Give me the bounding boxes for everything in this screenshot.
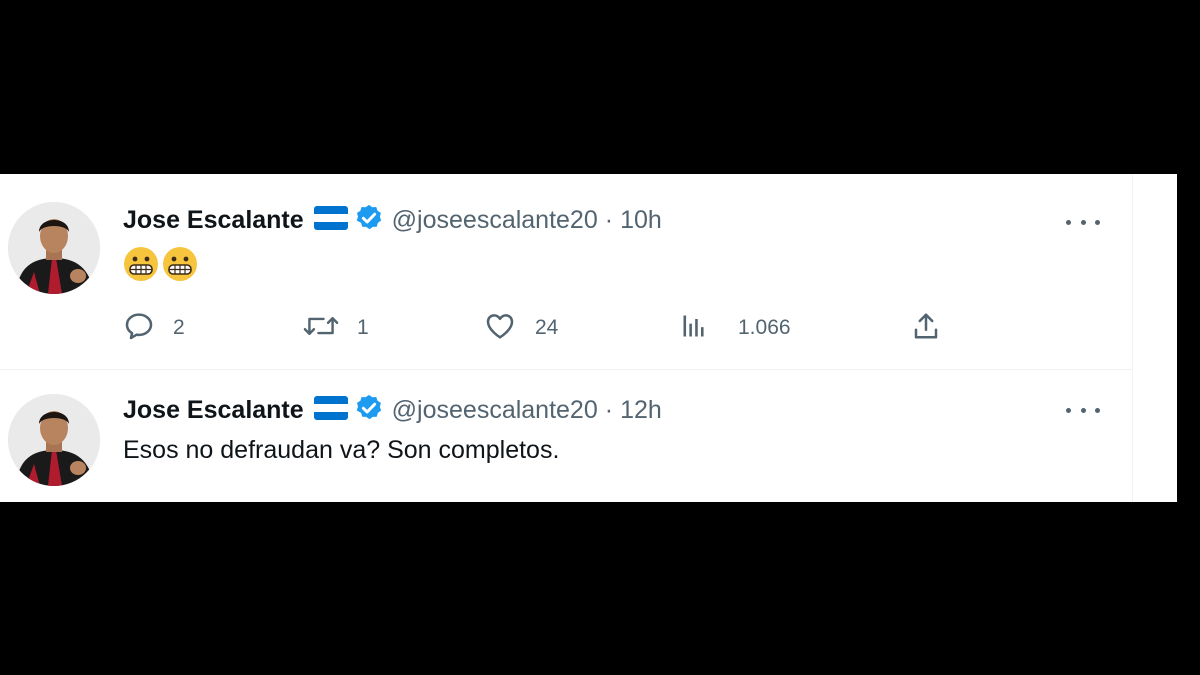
verified-badge-icon[interactable] (354, 393, 384, 428)
views-button[interactable]: 1.066 (680, 312, 791, 344)
author-handle[interactable]: @joseescalante20 (392, 396, 598, 425)
tweet[interactable]: Jose Escalante @joseescalante20 · 10h 2 … (0, 174, 1132, 370)
retweet-button[interactable]: 1 (303, 312, 369, 344)
tweet-text: Esos no defraudan va? Son completos. (123, 436, 560, 464)
reply-button[interactable]: 2 (123, 312, 185, 344)
more-options-icon[interactable] (1066, 210, 1100, 234)
like-count: 24 (535, 316, 559, 339)
timeline-panel: Jose Escalante @joseescalante20 · 10h 2 … (0, 174, 1177, 502)
tweet-header: Jose Escalante @joseescalante20 · 12h (123, 392, 662, 428)
honduras-flag-icon (313, 205, 348, 235)
views-icon (680, 310, 708, 347)
tweet-time[interactable]: 12h (620, 396, 662, 425)
tweet-text (123, 246, 198, 282)
grimacing-emoji-icon (123, 246, 198, 282)
separator-dot: · (604, 205, 614, 234)
retweet-count: 1 (357, 316, 369, 339)
avatar[interactable] (8, 394, 100, 486)
tweet[interactable]: Jose Escalante @joseescalante20 · 12h Es… (0, 370, 1132, 502)
reply-icon (123, 310, 155, 347)
share-icon (911, 310, 941, 347)
separator-dot: · (604, 395, 614, 424)
author-handle[interactable]: @joseescalante20 (392, 206, 598, 235)
author-name[interactable]: Jose Escalante (123, 206, 304, 235)
tweet-time[interactable]: 10h (620, 206, 662, 235)
more-options-icon[interactable] (1066, 398, 1100, 422)
author-name[interactable]: Jose Escalante (123, 396, 304, 425)
tweet-header: Jose Escalante @joseescalante20 · 10h (123, 202, 662, 238)
honduras-flag-icon (313, 395, 348, 425)
views-count: 1.066 (738, 316, 791, 339)
share-button[interactable] (911, 312, 941, 344)
timeline-border (1132, 174, 1133, 502)
verified-badge-icon[interactable] (354, 203, 384, 238)
heart-icon (483, 310, 517, 347)
reply-count: 2 (173, 316, 185, 339)
retweet-icon (303, 310, 339, 347)
like-button[interactable]: 24 (483, 312, 558, 344)
avatar[interactable] (8, 202, 100, 294)
